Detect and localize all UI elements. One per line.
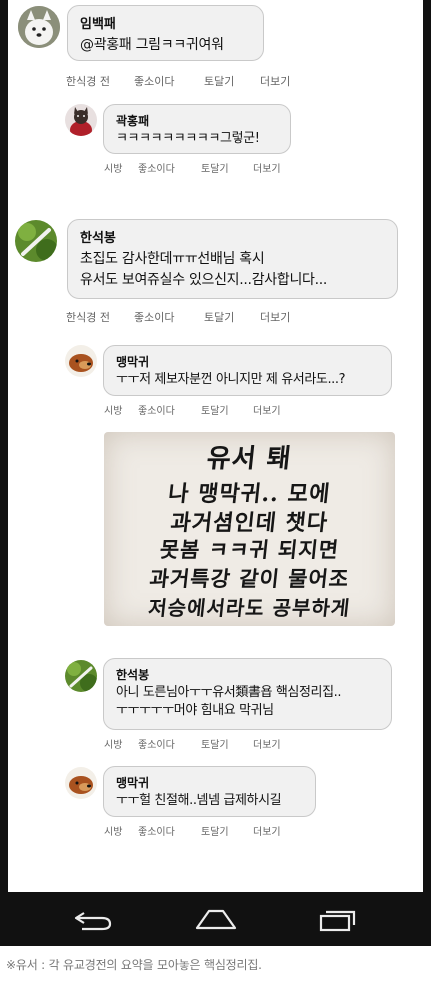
reply-button[interactable]: 토달기 <box>204 73 234 89</box>
more-button[interactable]: 더보기 <box>253 160 281 175</box>
footnote: ※유서 : 각 유교경전의 요약을 모아놓은 핵심정리집. <box>6 958 262 972</box>
timestamp: 시방 <box>104 164 123 175</box>
comment-text: @곽홍패 그림ㅋㅋ귀여워 <box>80 37 224 53</box>
like-button[interactable]: 좋소이다 <box>138 160 175 175</box>
avatar[interactable] <box>18 6 60 48</box>
reply-button[interactable]: 토달기 <box>204 309 234 325</box>
comment-text: 유서도 보여쥬실수 있으신지...감사합니다... <box>80 272 328 288</box>
timestamp: 한식경 전 <box>66 75 110 88</box>
more-button[interactable]: 더보기 <box>253 402 281 417</box>
comment-author[interactable]: 맹막귀 <box>116 353 379 370</box>
comment-bubble: 한석봉 초집도 감사한데ㅠㅠ선배님 혹시 유서도 보여쥬실수 있으신지...감사… <box>67 219 398 299</box>
comment-thread: 임백패 @곽홍패 그림ㅋㅋ귀여워 한식경 전 좋소이다 토달기 더보기 곽홍패 … <box>8 0 423 892</box>
comment-text: ㅜㅜ저 제보자분껀 아니지만 제 유서라도...? <box>116 372 346 387</box>
avatar[interactable] <box>65 345 97 377</box>
more-button[interactable]: 더보기 <box>253 736 281 751</box>
reply-button[interactable]: 토달기 <box>201 160 229 175</box>
more-button[interactable]: 더보기 <box>260 73 290 89</box>
attached-image[interactable]: 유서 퇘 나 맹막귀.. 모에 과거셤인데 챗다 못봄 ㅋㅋ귀 되지면 과거특강… <box>104 432 395 626</box>
comment-text: 아니 도른님아ㅜㅜ유서類書욥 핵심정리집.. <box>116 685 342 700</box>
phone-frame: 임백패 @곽홍패 그림ㅋㅋ귀여워 한식경 전 좋소이다 토달기 더보기 곽홍패 … <box>0 0 431 946</box>
reply-button[interactable]: 토달기 <box>201 823 229 838</box>
comment-text: ㅜㅜ헐 친절해..넴넴 급제하시길 <box>116 793 282 808</box>
comment-bubble: 맹막귀 ㅜㅜ헐 친절해..넴넴 급제하시길 <box>103 766 316 817</box>
comment-bubble: 맹막귀 ㅜㅜ저 제보자분껀 아니지만 제 유서라도...? <box>103 345 392 396</box>
like-button[interactable]: 좋소이다 <box>138 402 175 417</box>
like-button[interactable]: 좋소이다 <box>138 736 175 751</box>
note-line: 과거특강 같이 물어조 <box>148 566 351 591</box>
note-title: 유서 퇘 <box>205 444 294 474</box>
comment-text: ㅜㅜㅜㅜㅜ머야 힘내요 막귀님 <box>116 703 274 718</box>
comment-bubble: 한석봉 아니 도른님아ㅜㅜ유서類書욥 핵심정리집.. ㅜㅜㅜㅜㅜ머야 힘내요 막… <box>103 658 392 730</box>
timestamp: 시방 <box>104 406 123 417</box>
avatar[interactable] <box>15 220 57 262</box>
more-button[interactable]: 더보기 <box>260 309 290 325</box>
timestamp: 시방 <box>104 740 123 751</box>
like-button[interactable]: 좋소이다 <box>134 309 174 325</box>
recent-apps-icon[interactable] <box>313 904 363 934</box>
timestamp: 시방 <box>104 827 123 838</box>
note-line: 못봄 ㅋㅋ귀 되지면 <box>158 537 341 562</box>
comment-author[interactable]: 곽홍패 <box>116 112 278 129</box>
comment-text: 초집도 감사한데ㅠㅠ선배님 혹시 <box>80 251 265 267</box>
comment-author[interactable]: 한석봉 <box>80 227 385 246</box>
note-line: 저승에서라도 공부하게 <box>147 596 352 620</box>
avatar[interactable] <box>65 767 97 799</box>
comment-text: ㅋㅋㅋㅋㅋㅋㅋㅋㅋ그렇군! <box>116 131 260 146</box>
note-line: 과거셤인데 챗다 <box>169 510 330 536</box>
system-nav-bar <box>8 892 423 946</box>
comment-bubble: 임백패 @곽홍패 그림ㅋㅋ귀여워 <box>67 5 264 61</box>
like-button[interactable]: 좋소이다 <box>138 823 175 838</box>
avatar[interactable] <box>65 104 97 136</box>
like-button[interactable]: 좋소이다 <box>134 73 174 89</box>
more-button[interactable]: 더보기 <box>253 823 281 838</box>
home-icon[interactable] <box>191 904 241 934</box>
comment-bubble: 곽홍패 ㅋㅋㅋㅋㅋㅋㅋㅋㅋ그렇군! <box>103 104 291 154</box>
note-line: 나 맹막귀.. 모에 <box>166 481 332 507</box>
reply-button[interactable]: 토달기 <box>201 402 229 417</box>
back-icon[interactable] <box>68 904 118 934</box>
reply-button[interactable]: 토달기 <box>201 736 229 751</box>
timestamp: 한식경 전 <box>66 311 110 324</box>
comment-author[interactable]: 임백패 <box>80 13 251 32</box>
comment-author[interactable]: 맹막귀 <box>116 774 303 791</box>
avatar[interactable] <box>65 660 97 692</box>
comment-author[interactable]: 한석봉 <box>116 666 379 683</box>
